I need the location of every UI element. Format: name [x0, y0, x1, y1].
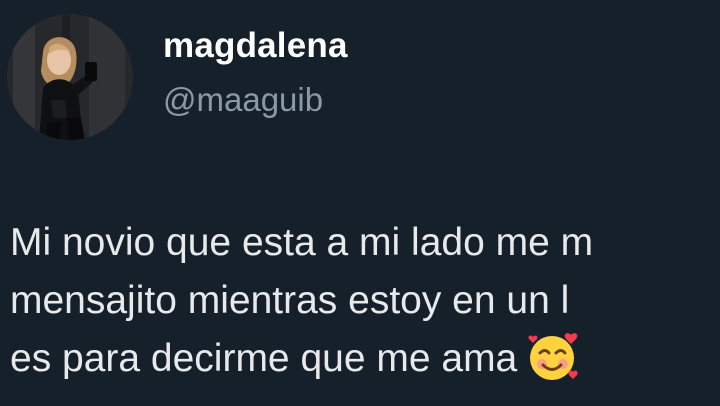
avatar-photo	[7, 14, 133, 140]
username-handle[interactable]: @maaguib	[163, 80, 323, 120]
tweet-card: magdalena @maaguib Mi novio que esta a m…	[0, 0, 720, 406]
display-name[interactable]: magdalena	[163, 25, 348, 67]
avatar[interactable]	[7, 14, 133, 140]
smiling-face-with-hearts-icon	[525, 328, 583, 386]
tweet-text: Mi novio que esta a mi lado me m mensaji…	[10, 214, 720, 388]
tweet-text-line: es para decirme que me ama	[10, 330, 720, 388]
tweet-text-line: Mi novio que esta a mi lado me m	[10, 221, 594, 264]
tweet-text-line: mensajito mientras estoy en un l	[10, 279, 570, 322]
tweet-text-fragment: es para decirme que me ama	[10, 337, 518, 380]
